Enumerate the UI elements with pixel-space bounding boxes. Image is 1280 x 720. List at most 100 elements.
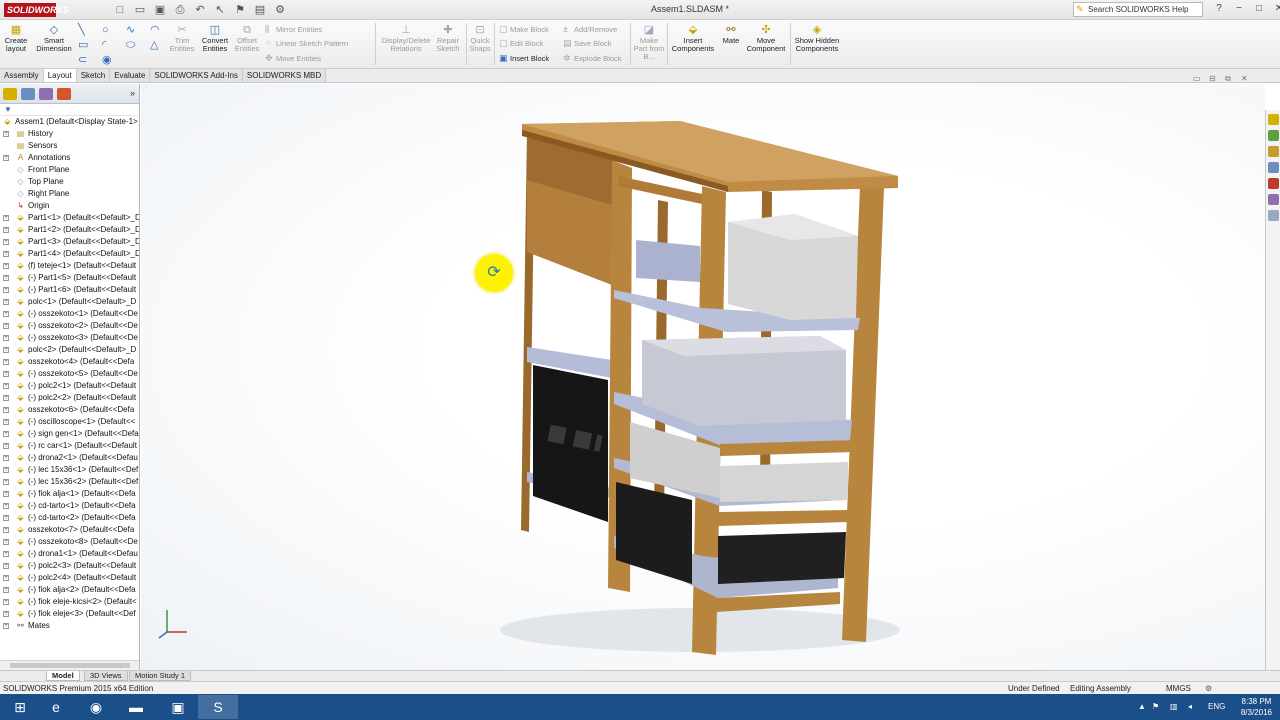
expand-toggle-icon[interactable]: +: [3, 335, 9, 341]
tree-item[interactable]: + ⬙ (-) rc car<1> (Default<<Default: [0, 440, 139, 452]
tree-item[interactable]: + ⬙ (-) osszekoto<2> (Default<<De: [0, 320, 139, 332]
tree-item[interactable]: + ⬙ (-) osszekoto<8> (Default<<De: [0, 536, 139, 548]
help-icon[interactable]: ?: [1212, 2, 1226, 16]
internet-explorer-icon[interactable]: e: [36, 695, 76, 719]
expand-toggle-icon[interactable]: +: [3, 359, 9, 365]
viewport-tile-icon[interactable]: ⊟: [1209, 74, 1219, 84]
graphics-viewport[interactable]: █▌ █▌▌ ⊕ ⊞ ↺ ◧ ✎: [141, 84, 1265, 670]
tree-item[interactable]: + ⬙ (-) polc2<1> (Default<<Default: [0, 380, 139, 392]
make-block-button[interactable]: ▢ Make Block: [499, 24, 549, 35]
tree-item[interactable]: + ⬙ (-) oscilloscope<1> (Default<<: [0, 416, 139, 428]
viewport-close-icon[interactable]: ✕: [1241, 74, 1251, 84]
tab-motion-study[interactable]: Motion Study 1: [129, 671, 192, 681]
windows-start-icon[interactable]: ⊞: [0, 695, 40, 719]
mirror-entities-button[interactable]: ⫼ Mirror Entities: [265, 24, 322, 35]
expand-toggle-icon[interactable]: +: [3, 287, 9, 293]
close-icon[interactable]: ✕: [1272, 2, 1280, 16]
expand-toggle-icon[interactable]: +: [3, 623, 9, 629]
rectangle-icon[interactable]: ▭: [78, 38, 102, 53]
repair-sketch-button[interactable]: ✚ Repair Sketch: [435, 24, 461, 53]
tree-item[interactable]: + ⬙ (-) sign gen<1> (Default<<Defa: [0, 428, 139, 440]
expand-toggle-icon[interactable]: +: [3, 263, 9, 269]
viewport-restore-icon[interactable]: ⧉: [1225, 74, 1235, 84]
expand-toggle-icon[interactable]: +: [3, 407, 9, 413]
new-document-icon[interactable]: □: [112, 3, 128, 17]
solidworks-logo[interactable]: SOLIDWORKS: [4, 3, 69, 17]
tree-item[interactable]: + ⬙ (-) osszekoto<3> (Default<<De: [0, 332, 139, 344]
tree-item[interactable]: + ⬙ (-) cd-tarto<1> (Default<<Defa: [0, 500, 139, 512]
tab-layout[interactable]: Layout: [43, 69, 77, 82]
tree-item[interactable]: + ⬙ (-) polc2<4> (Default<<Default: [0, 572, 139, 584]
explode-block-button[interactable]: ✲ Explode Block: [563, 53, 622, 64]
tree-item[interactable]: + ⬙ (-) drona2<1> (Default<<Defau: [0, 452, 139, 464]
panel-collapse-icon[interactable]: »: [130, 88, 135, 98]
file-properties-icon[interactable]: ▤: [252, 3, 268, 17]
expand-toggle-icon[interactable]: +: [3, 431, 9, 437]
mate-button[interactable]: ⚯ Mate: [719, 24, 743, 45]
expand-toggle-icon[interactable]: +: [3, 299, 9, 305]
expand-toggle-icon[interactable]: +: [3, 527, 9, 533]
tab-addins[interactable]: SOLIDWORKS Add-Ins: [150, 69, 243, 82]
tree-item[interactable]: + ⬙ (-) drona1<1> (Default<<Defau: [0, 548, 139, 560]
tree-item[interactable]: + ⬙ (-) fiok alja<2> (Default<<Defa: [0, 584, 139, 596]
tree-item[interactable]: + ⬙ Part1<1> (Default<<Default>_D: [0, 212, 139, 224]
tree-item[interactable]: ◇ Top Plane: [0, 176, 139, 188]
chrome-icon[interactable]: ◉: [76, 695, 116, 719]
create-layout-button[interactable]: ▦ Create layout: [3, 24, 29, 53]
print-icon[interactable]: ⎙: [172, 3, 188, 17]
expand-toggle-icon[interactable]: +: [3, 563, 9, 569]
display-delete-relations-button[interactable]: ⊥ Display/Delete Relations: [380, 24, 432, 53]
tree-item[interactable]: ▤ Sensors: [0, 140, 139, 152]
expand-toggle-icon[interactable]: +: [3, 551, 9, 557]
expand-toggle-icon[interactable]: +: [3, 599, 9, 605]
point-icon[interactable]: ◉: [102, 53, 126, 68]
tree-item[interactable]: + ⬙ (-) Part1<5> (Default<<Default: [0, 272, 139, 284]
ellipse-icon[interactable]: ⬭: [126, 38, 150, 53]
trim-entities-button[interactable]: ✂ Trim Entities: [168, 24, 196, 53]
expand-toggle-icon[interactable]: +: [3, 275, 9, 281]
tree-item[interactable]: + ⬙ (-) fiok eleje<3> (Default<<Def: [0, 608, 139, 620]
rebuild-icon[interactable]: ⚑: [232, 3, 248, 17]
spline-icon[interactable]: ∿: [126, 23, 150, 38]
tree-item[interactable]: + ⬙ (-) fiok alja<1> (Default<<Defa: [0, 488, 139, 500]
tab-mbd[interactable]: SOLIDWORKS MBD: [242, 69, 327, 82]
smart-dimension-button[interactable]: ◇ Smart Dimension: [34, 24, 74, 53]
tree-item[interactable]: + ⬙ (-) lec 15x36<2> (Default<<Def: [0, 476, 139, 488]
line-icon[interactable]: ╲: [78, 23, 102, 38]
help-search-input[interactable]: ✎ Search SOLIDWORKS Help: [1073, 2, 1203, 17]
tray-arrow-icon[interactable]: ▲: [1138, 694, 1146, 720]
expand-toggle-icon[interactable]: +: [3, 131, 9, 137]
tab-sketch[interactable]: Sketch: [76, 69, 111, 82]
tab-3d-views[interactable]: 3D Views: [84, 671, 128, 681]
save-icon[interactable]: ▣: [152, 3, 168, 17]
expand-toggle-icon[interactable]: +: [3, 587, 9, 593]
tree-root-assembly[interactable]: ⬙ Assem1 (Default<Display State-1>: [0, 116, 139, 128]
edit-block-button[interactable]: ▢ Edit Block: [499, 38, 543, 49]
open-folder-icon[interactable]: ▭: [132, 3, 148, 17]
resources-icon[interactable]: [1268, 114, 1279, 125]
tab-assembly[interactable]: Assembly: [0, 69, 44, 82]
expand-toggle-icon[interactable]: +: [3, 155, 9, 161]
viewport-minimize-icon[interactable]: ▭: [1193, 74, 1203, 84]
view-palette-icon[interactable]: [1268, 162, 1279, 173]
tree-horizontal-scrollbar[interactable]: [0, 660, 139, 670]
language-indicator[interactable]: ENG: [1208, 694, 1225, 720]
expand-toggle-icon[interactable]: +: [3, 251, 9, 257]
add-remove-button[interactable]: ± Add/Remove: [563, 24, 617, 35]
tree-item[interactable]: + ▤ History: [0, 128, 139, 140]
tray-network-icon[interactable]: ▥: [1170, 694, 1178, 720]
insert-block-button[interactable]: ▣ Insert Block: [499, 53, 549, 64]
linear-sketch-pattern-button[interactable]: ⁘ Linear Sketch Pattern: [265, 38, 348, 49]
expand-toggle-icon[interactable]: +: [3, 347, 9, 353]
save-block-button[interactable]: ▤ Save Block: [563, 38, 612, 49]
expand-toggle-icon[interactable]: +: [3, 479, 9, 485]
tree-item[interactable]: + ⬙ osszekoto<4> (Default<<Defa: [0, 356, 139, 368]
tree-item[interactable]: ◇ Right Plane: [0, 188, 139, 200]
expand-toggle-icon[interactable]: +: [3, 467, 9, 473]
expand-toggle-icon[interactable]: +: [3, 311, 9, 317]
system-clock[interactable]: 8:38 PM 8/3/2016: [1241, 696, 1272, 718]
scrollbar-thumb[interactable]: [10, 663, 130, 668]
minimize-icon[interactable]: −: [1232, 2, 1246, 16]
expand-toggle-icon[interactable]: +: [3, 539, 9, 545]
tree-item[interactable]: + ⬙ osszekoto<6> (Default<<Defa: [0, 404, 139, 416]
